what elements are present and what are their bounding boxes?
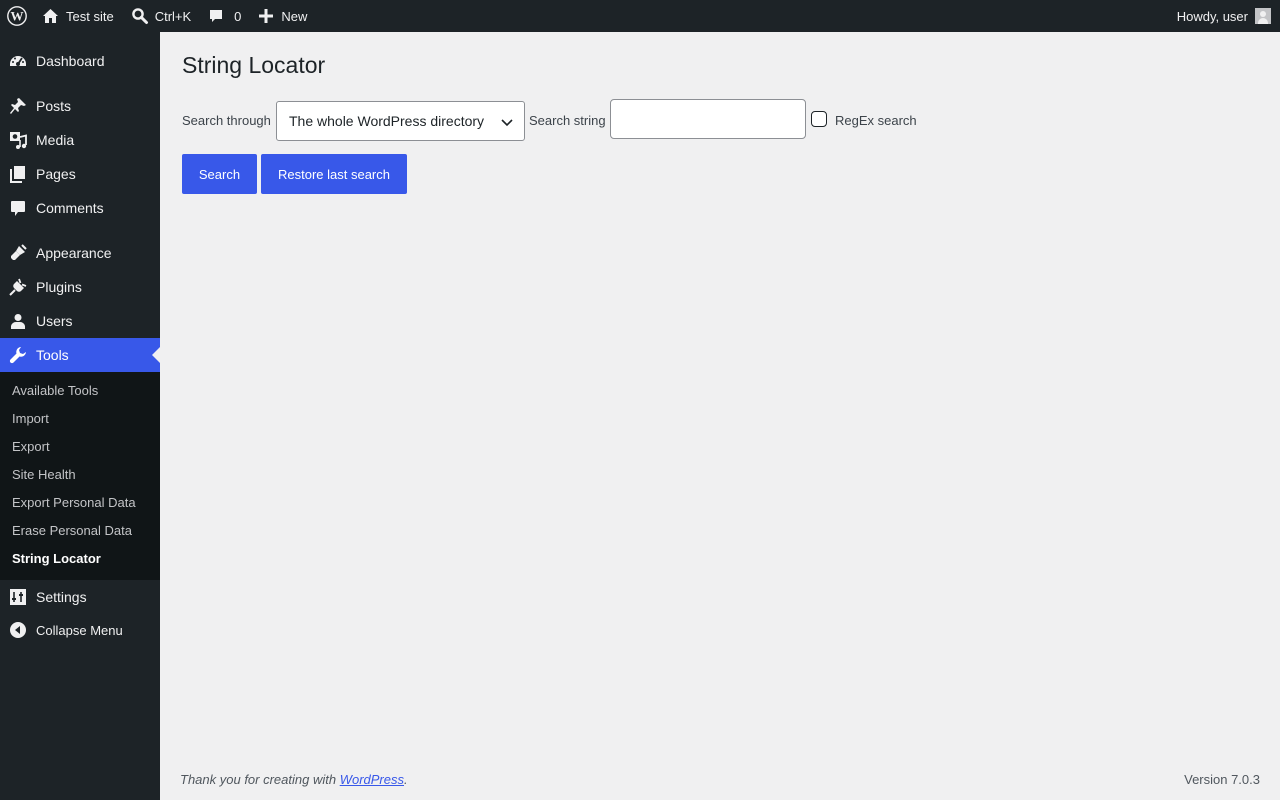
dashboard-icon [0, 53, 36, 69]
sidebar-item-label: Plugins [36, 279, 82, 295]
search-string-input[interactable] [610, 99, 806, 139]
admin-sidebar: Dashboard Posts Media Pages Comments App… [0, 32, 160, 800]
sidebar-item-plugins[interactable]: Plugins [0, 270, 160, 304]
submenu-item-export-personal-data[interactable]: Export Personal Data [0, 489, 160, 517]
sidebar-item-label: Comments [36, 200, 104, 216]
collapse-arrow-icon [0, 622, 36, 638]
media-icon [0, 131, 36, 149]
sidebar-item-label: Pages [36, 166, 76, 182]
submenu-item-export[interactable]: Export [0, 433, 160, 461]
collapse-menu-button[interactable]: Collapse Menu [0, 613, 160, 647]
search-shortcut: Ctrl+K [154, 8, 192, 24]
footer-thanks-suffix: . [404, 772, 408, 787]
submenu-item-available-tools[interactable]: Available Tools [0, 377, 160, 405]
sidebar-item-label: Posts [36, 98, 72, 114]
comments-count: 0 [234, 8, 242, 24]
wordpress-link[interactable]: WordPress [340, 772, 404, 787]
main-content: String Locator Search through The whole … [160, 32, 1280, 800]
regex-label[interactable]: RegEx search [835, 113, 917, 128]
comment-bubble-icon [208, 8, 224, 24]
search-button[interactable]: Search [182, 154, 257, 194]
chevron-down-icon [501, 115, 513, 131]
sliders-icon [0, 589, 36, 605]
sidebar-item-posts[interactable]: Posts [0, 89, 160, 123]
comments-link[interactable]: 0 [208, 0, 241, 32]
search-string-label: Search string [529, 113, 606, 128]
sidebar-item-label: Appearance [36, 245, 112, 261]
avatar [1255, 8, 1271, 24]
howdy-greeting: Howdy, user [1176, 8, 1248, 24]
home-icon [42, 8, 59, 24]
sidebar-item-media[interactable]: Media [0, 123, 160, 157]
sidebar-item-label: Tools [36, 347, 69, 363]
svg-text:W: W [11, 9, 24, 24]
sidebar-item-label: Settings [36, 589, 87, 605]
brush-icon [0, 244, 36, 262]
search-scope-value: The whole WordPress directory [289, 113, 485, 129]
pages-icon [0, 165, 36, 183]
comment-icon [0, 200, 36, 217]
footer-version: Version 7.0.3 [1184, 772, 1260, 787]
wordpress-logo-button[interactable]: W [0, 0, 34, 32]
tools-submenu: Available Tools Import Export Site Healt… [0, 372, 160, 580]
sidebar-item-pages[interactable]: Pages [0, 157, 160, 191]
user-icon [0, 313, 36, 330]
footer-thanks-prefix: Thank you for creating with [180, 772, 340, 787]
site-name-link[interactable]: Test site [42, 0, 114, 32]
plus-icon [259, 9, 274, 23]
sidebar-item-label: Users [36, 313, 73, 329]
new-label: New [281, 8, 308, 24]
submenu-item-site-health[interactable]: Site Health [0, 461, 160, 489]
restore-last-search-button[interactable]: Restore last search [261, 154, 407, 194]
sidebar-item-label: Media [36, 132, 75, 148]
pushpin-icon [0, 97, 36, 115]
collapse-menu-label: Collapse Menu [36, 622, 123, 638]
search-scope-select[interactable]: The whole WordPress directory [276, 101, 525, 141]
plug-icon [0, 278, 36, 296]
wrench-icon [0, 346, 36, 364]
page-title: String Locator [182, 52, 326, 78]
sidebar-item-label: Dashboard [36, 53, 105, 69]
sidebar-item-appearance[interactable]: Appearance [0, 236, 160, 270]
admin-bar: W Test site Ctrl+K 0 New Howdy, user [0, 0, 1280, 32]
site-name: Test site [66, 8, 114, 24]
sidebar-item-settings[interactable]: Settings [0, 580, 160, 614]
submenu-item-erase-personal-data[interactable]: Erase Personal Data [0, 517, 160, 545]
sidebar-item-dashboard[interactable]: Dashboard [0, 44, 160, 78]
wordpress-logo-icon: W [7, 6, 27, 26]
footer-thanks: Thank you for creating with WordPress. [180, 772, 408, 787]
new-content-button[interactable]: New [259, 0, 307, 32]
sidebar-item-users[interactable]: Users [0, 304, 160, 338]
sidebar-item-comments[interactable]: Comments [0, 191, 160, 225]
submenu-item-string-locator[interactable]: String Locator [0, 545, 160, 573]
command-palette-button[interactable]: Ctrl+K [131, 0, 191, 32]
regex-checkbox[interactable] [811, 111, 827, 127]
my-account-menu[interactable]: Howdy, user [1177, 0, 1271, 32]
search-through-label: Search through [182, 113, 271, 128]
submenu-item-import[interactable]: Import [0, 405, 160, 433]
search-icon [131, 7, 149, 25]
sidebar-item-tools[interactable]: Tools [0, 338, 160, 372]
